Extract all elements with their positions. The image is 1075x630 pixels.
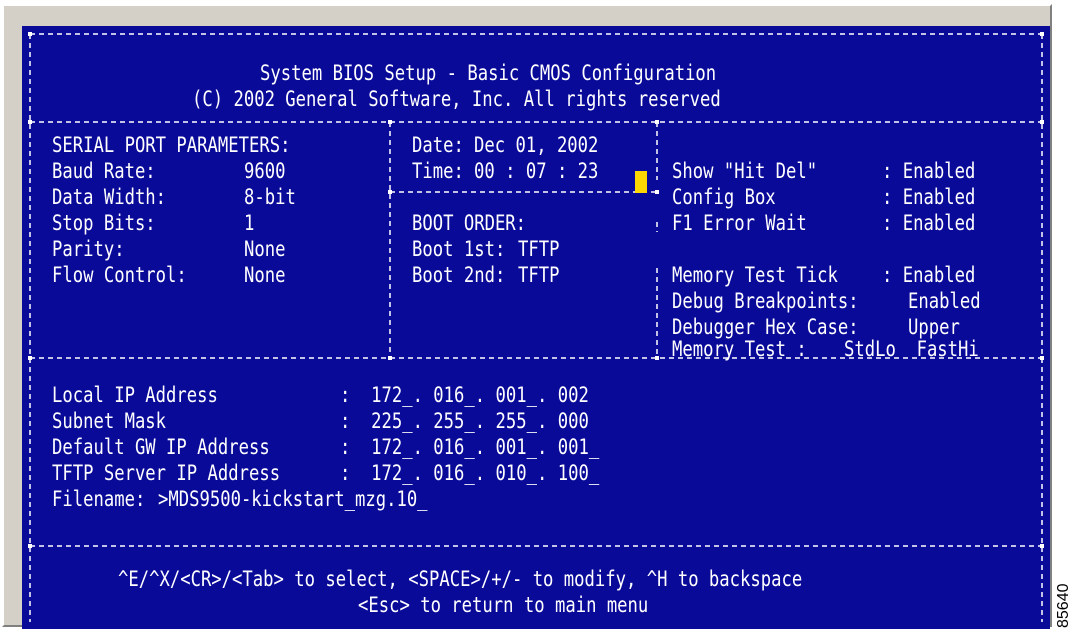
f1-error-wait-label: F1 Error Wait	[672, 211, 807, 235]
boot-second-label: Boot 2nd:	[412, 263, 506, 287]
date-label: Date:	[412, 133, 464, 157]
flow-control-field[interactable]: None	[244, 262, 285, 288]
figure-id: 85640	[1055, 583, 1072, 629]
filename-field[interactable]: >MDS9500-kickstart_mzg.10_	[158, 486, 428, 512]
default-gateway-field[interactable]: : 172_. 016_. 001_. 001_	[340, 434, 599, 460]
bios-title: System BIOS Setup - Basic CMOS Configura…	[260, 61, 717, 85]
date-field[interactable]: Dec 01, 2002	[474, 132, 598, 158]
text-cursor	[635, 171, 647, 193]
stop-bits-field[interactable]: 1	[244, 210, 254, 236]
show-hit-del-label: Show "Hit Del"	[672, 159, 818, 183]
data-width-label: Data Width:	[52, 185, 167, 209]
boot-order-heading: BOOT ORDER:	[412, 211, 527, 235]
boot-second-field[interactable]: TFTP	[518, 262, 559, 288]
data-width-field[interactable]: 8-bit	[244, 184, 296, 210]
debug-breakpoints-label: Debug Breakpoints:	[672, 289, 859, 313]
memory-test-field[interactable]: StdLo FastHi	[844, 336, 979, 362]
boot-first-label: Boot 1st:	[412, 237, 506, 261]
parity-field[interactable]: None	[244, 236, 285, 262]
filename-label: Filename:	[52, 487, 146, 511]
baud-rate-field[interactable]: 9600	[244, 158, 285, 184]
bios-screen: System BIOS Setup - Basic CMOS Configura…	[22, 26, 1050, 629]
config-box-label: Config Box	[672, 185, 776, 209]
memory-test-label: Memory Test :	[672, 337, 807, 361]
boot-first-field[interactable]: TFTP	[518, 236, 559, 262]
subnet-mask-field[interactable]: : 225_. 255_. 255_. 000	[340, 408, 589, 434]
config-box-field[interactable]: : Enabled	[882, 184, 975, 210]
time-field[interactable]: 00 : 07 : 23	[474, 158, 598, 184]
parity-label: Parity:	[52, 237, 125, 261]
esc-line: <Esc> to return to main menu	[358, 593, 649, 617]
serial-heading: SERIAL PORT PARAMETERS:	[52, 133, 291, 157]
debug-breakpoints-field[interactable]: Enabled	[908, 288, 981, 314]
copyright-notice: (C) 2002 General Software, Inc. All righ…	[192, 87, 721, 111]
local-ip-field[interactable]: : 172_. 016_. 001_. 002	[340, 382, 589, 408]
window-frame: System BIOS Setup - Basic CMOS Configura…	[2, 4, 1052, 629]
local-ip-label: Local IP Address	[52, 383, 218, 407]
tftp-server-label: TFTP Server IP Address	[52, 461, 281, 485]
help-line: ^E/^X/<CR>/<Tab> to select, <SPACE>/+/- …	[118, 567, 803, 591]
flow-control-label: Flow Control:	[52, 263, 187, 287]
subnet-mask-label: Subnet Mask	[52, 409, 167, 433]
memory-test-tick-label: Memory Test Tick	[672, 263, 838, 287]
default-gateway-label: Default GW IP Address	[52, 435, 270, 459]
bios-border-lines	[28, 32, 1044, 622]
tftp-server-field[interactable]: : 172_. 016_. 010_. 100_	[340, 460, 599, 486]
memory-test-tick-field[interactable]: : Enabled	[882, 262, 975, 288]
time-label: Time:	[412, 159, 464, 183]
show-hit-del-field[interactable]: : Enabled	[882, 158, 975, 184]
baud-rate-label: Baud Rate:	[52, 159, 156, 183]
stop-bits-label: Stop Bits:	[52, 211, 156, 235]
f1-error-wait-field[interactable]: : Enabled	[882, 210, 975, 236]
